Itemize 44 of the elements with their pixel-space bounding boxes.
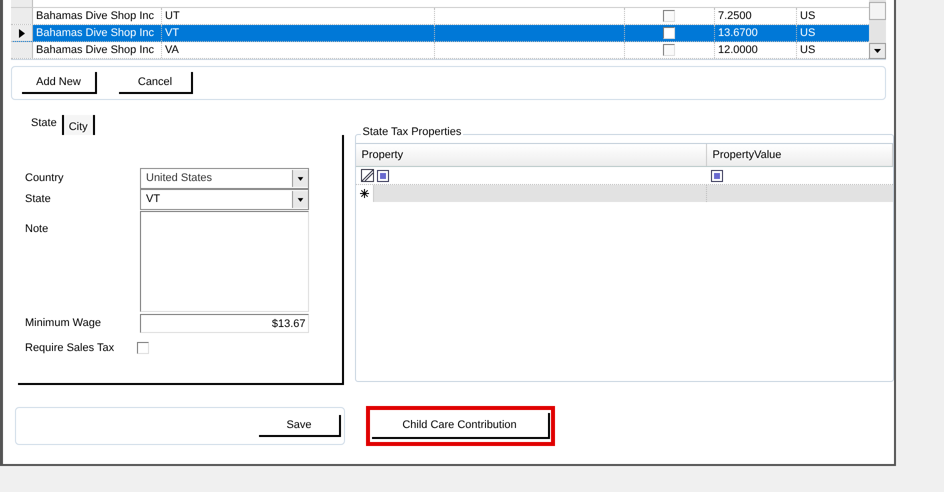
scroll-down-arrow-icon[interactable] bbox=[874, 49, 881, 53]
current-row-icon bbox=[18, 28, 24, 38]
country-dropdown[interactable]: United States bbox=[140, 168, 308, 188]
field-label: Country bbox=[25, 170, 65, 186]
scrollbar[interactable] bbox=[869, 0, 886, 59]
table-cell: VA bbox=[162, 42, 435, 58]
edit-row-icon bbox=[360, 169, 374, 182]
table-cell: Bahamas Dive Shop Inc bbox=[33, 25, 162, 41]
field-label: Note bbox=[25, 222, 50, 237]
tab[interactable]: City bbox=[64, 115, 95, 135]
table-cell: 12.0000 bbox=[715, 42, 797, 58]
cell-icon bbox=[376, 170, 388, 182]
table-cell: 7.2500 bbox=[715, 8, 797, 24]
column-header[interactable]: Property bbox=[356, 144, 706, 166]
field-label: Minimum Wage bbox=[25, 316, 102, 332]
checkbox[interactable] bbox=[663, 10, 675, 22]
cell-icon bbox=[710, 170, 722, 182]
table-cell-text: US bbox=[799, 42, 816, 58]
checkbox[interactable] bbox=[137, 342, 149, 354]
column-header[interactable]: PropertyValue bbox=[706, 144, 893, 166]
row-header[interactable] bbox=[11, 25, 33, 41]
group-title: State Tax Properties bbox=[360, 127, 464, 138]
table-cell-text: US bbox=[799, 26, 816, 41]
table-cell: 13.6700 bbox=[715, 25, 797, 41]
field-label: Require Sales Tax bbox=[25, 341, 116, 356]
checkbox[interactable] bbox=[663, 44, 675, 56]
note-field[interactable] bbox=[140, 211, 308, 312]
table-cell: VT bbox=[162, 25, 435, 41]
state-dropdown[interactable]: VT bbox=[140, 189, 308, 210]
button[interactable]: Add New bbox=[22, 72, 97, 94]
table-row[interactable]: Bahamas Dive Shop Inc VA 12.0000 US bbox=[11, 42, 869, 59]
checkbox[interactable] bbox=[663, 27, 675, 39]
table-cell: Bahamas Dive Shop Inc bbox=[33, 42, 162, 58]
button[interactable]: Cancel bbox=[119, 72, 193, 94]
child-care-contribution-button[interactable]: Child Care Contribution bbox=[366, 406, 555, 446]
table-row[interactable]: Bahamas Dive Shop Inc UT 7.2500 US bbox=[11, 8, 869, 25]
table-cell: UT bbox=[162, 8, 435, 24]
minimum-wage-field[interactable]: $13.67 bbox=[140, 314, 308, 333]
button[interactable]: Save bbox=[259, 415, 341, 437]
table-row[interactable]: Bahamas Dive Shop Inc VT 13.6700 US bbox=[11, 25, 869, 42]
field-label: State bbox=[25, 192, 52, 208]
table-cell: Bahamas Dive Shop Inc bbox=[33, 8, 162, 24]
new-row-asterisk-icon bbox=[360, 189, 368, 198]
table-cell-text: US bbox=[799, 8, 816, 24]
